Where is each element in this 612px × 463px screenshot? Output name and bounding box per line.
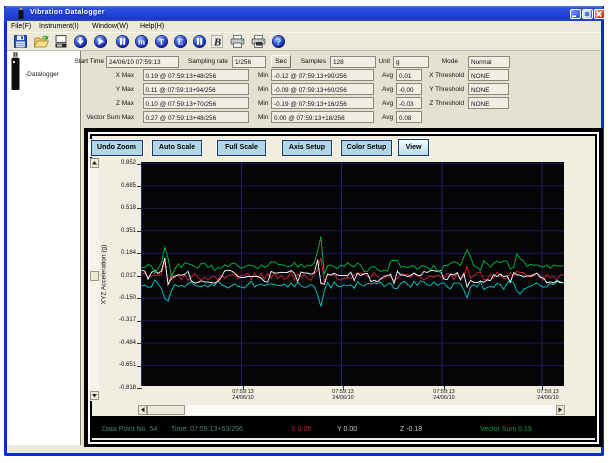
svg-text:?: ? xyxy=(275,37,281,47)
svg-text:T: T xyxy=(158,36,164,46)
svg-text:m: m xyxy=(138,36,145,46)
svg-text:E: E xyxy=(178,36,184,46)
svg-text:B: B xyxy=(213,37,221,49)
